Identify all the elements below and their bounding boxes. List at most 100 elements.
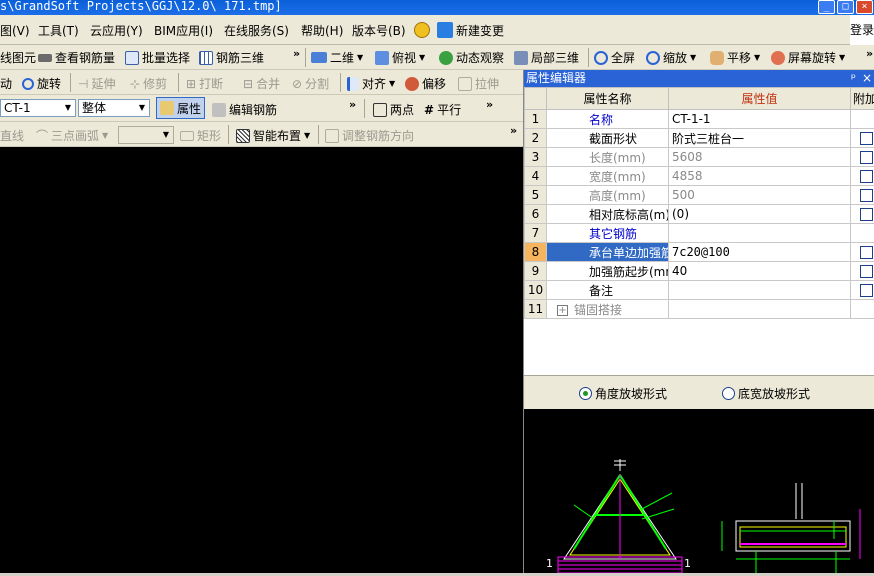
menu-tools[interactable]: 工具(T) (38, 22, 79, 39)
chevron-down-icon[interactable]: ▼ (136, 101, 148, 115)
radio-width-slope[interactable]: 底宽放坡形式 (722, 385, 810, 402)
tool-rebar-3d[interactable]: 钢筋三维 (199, 49, 264, 66)
menu-view[interactable]: 图(V) (0, 22, 30, 39)
tool-top-view[interactable]: 俯视▼ (375, 49, 425, 66)
tool-edit-rebar[interactable]: 编辑钢筋 (212, 101, 277, 118)
tool-local-3d[interactable]: 局部三维 (514, 49, 579, 66)
close-window-button[interactable]: × (856, 0, 873, 14)
tool-line-element[interactable]: 线图元 (0, 49, 36, 66)
face-icon[interactable] (414, 22, 430, 38)
close-panel-icon[interactable]: × (862, 70, 872, 87)
maximize-button[interactable]: □ (837, 0, 854, 14)
tool-dynamic-orbit[interactable]: 动态观察 (439, 49, 504, 66)
menu-help[interactable]: 帮助(H) (301, 22, 343, 39)
property-row[interactable]: 1名称CT-1-1 (525, 110, 874, 129)
property-value[interactable] (669, 300, 851, 319)
extra-checkbox[interactable] (860, 189, 873, 202)
property-value[interactable]: 4858 (669, 167, 851, 186)
tool-view-rebar-qty[interactable]: 查看钢筋量 (38, 49, 115, 66)
minimize-button[interactable]: _ (818, 0, 835, 14)
chevron-down-icon[interactable]: ▼ (62, 101, 74, 115)
separator (318, 125, 319, 144)
scope-select[interactable]: 整体 ▼ (78, 99, 150, 117)
menu-cloud[interactable]: 云应用(Y) (90, 22, 143, 39)
property-value[interactable]: 5608 (669, 148, 851, 167)
tool-rotate[interactable]: 旋转 (22, 75, 61, 92)
tool-stretch[interactable]: 拉伸 (458, 75, 499, 92)
toolbar4-overflow-icon[interactable]: » (510, 124, 517, 137)
tool-break[interactable]: ⊞打断 (186, 75, 223, 92)
arc-option-select[interactable]: ▼ (118, 126, 174, 144)
tool-fullscreen[interactable]: 全屏 (594, 49, 635, 66)
tool-2d[interactable]: 二维▼ (311, 49, 363, 66)
drawing-canvas[interactable] (0, 147, 523, 573)
2d-view-icon (311, 52, 327, 63)
extra-checkbox[interactable] (860, 132, 873, 145)
menu-version[interactable]: 版本号(B) (352, 22, 406, 39)
glasses-icon (38, 54, 52, 62)
tool-three-point-arc[interactable]: ⌒三点画弧▼ (36, 127, 108, 144)
property-row[interactable]: 8承台单边加强筋7c20@100 (525, 243, 874, 262)
tool-align[interactable]: 对齐▼ (347, 75, 395, 92)
tool-smart-layout[interactable]: 智能布置▼ (236, 127, 310, 144)
extra-checkbox[interactable] (860, 151, 873, 164)
tool-parallel[interactable]: #平行 (424, 101, 461, 118)
toolbar3-overflow-right-icon[interactable]: » (486, 98, 493, 111)
extra-checkbox[interactable] (860, 208, 873, 221)
tool-two-points[interactable]: 两点 (373, 101, 414, 118)
property-value[interactable] (669, 281, 851, 300)
offset-icon (405, 77, 419, 91)
tool-merge[interactable]: ⊟合并 (243, 75, 280, 92)
tool-line[interactable]: 直线 (0, 127, 24, 144)
property-value[interactable] (669, 224, 851, 243)
trim-icon: ⊹ (130, 77, 140, 91)
extra-checkbox[interactable] (860, 170, 873, 183)
property-value[interactable]: 40 (669, 262, 851, 281)
property-value[interactable]: 7c20@100 (669, 243, 851, 262)
property-row[interactable]: 9加强筋起步(mm)40 (525, 262, 874, 281)
radio-selected-icon (579, 387, 592, 400)
toolbar1-overflow-icon[interactable]: » (293, 47, 300, 60)
property-row[interactable]: 7其它钢筋 (525, 224, 874, 243)
login-link[interactable]: 登录 (850, 15, 874, 45)
tool-zoom[interactable]: 缩放▼ (646, 49, 696, 66)
toolbar1-overflow-right-icon[interactable]: » (866, 47, 873, 60)
tool-split[interactable]: ⊘分割 (292, 75, 329, 92)
property-row[interactable]: 3长度(mm)5608 (525, 148, 874, 167)
property-value[interactable]: (0) (669, 205, 851, 224)
tool-offset[interactable]: 偏移 (405, 75, 446, 92)
property-row[interactable]: 11+锚固搭接 (525, 300, 874, 319)
tool-adjust-rebar-direction[interactable]: 调整钢筋方向 (325, 127, 414, 144)
tool-batch-select[interactable]: 批量选择 (125, 49, 190, 66)
property-value[interactable]: 阶式三桩台一 (669, 129, 851, 148)
property-row[interactable]: 2截面形状阶式三桩台一 (525, 129, 874, 148)
property-value[interactable]: 500 (669, 186, 851, 205)
component-select[interactable]: CT-1 ▼ (0, 99, 76, 117)
tool-trim[interactable]: ⊹修剪 (130, 75, 167, 92)
tool-pan[interactable]: 平移▼ (710, 49, 760, 66)
menu-online-service[interactable]: 在线服务(S) (224, 22, 289, 39)
property-row[interactable]: 5高度(mm)500 (525, 186, 874, 205)
toolbar3-overflow-icon[interactable]: » (349, 98, 356, 111)
tool-move[interactable]: 动 (0, 75, 12, 92)
property-row[interactable]: 6相对底标高(m)(0) (525, 205, 874, 224)
tool-screen-rotate[interactable]: 屏幕旋转▼ (771, 49, 845, 66)
property-row[interactable]: 10备注 (525, 281, 874, 300)
hand-icon (710, 51, 724, 65)
menu-bim[interactable]: BIM应用(I) (154, 22, 213, 39)
tool-rectangle[interactable]: 矩形 (180, 127, 221, 144)
property-value[interactable]: CT-1-1 (669, 110, 851, 129)
radio-angle-slope[interactable]: 角度放坡形式 (579, 385, 667, 402)
extra-checkbox[interactable] (860, 284, 873, 297)
tool-properties[interactable]: 属性 (156, 97, 205, 119)
tool-extend[interactable]: ⊣延伸 (78, 75, 115, 92)
property-name: 宽度(mm) (547, 167, 669, 186)
pin-icon[interactable]: ᵖ (851, 70, 856, 87)
toolbar-modify: 动 旋转 ⊣延伸 ⊹修剪 ⊞打断 ⊟合并 ⊘分割 对齐▼ 偏移 拉伸 (0, 70, 523, 95)
extra-checkbox[interactable] (860, 246, 873, 259)
expand-plus-icon[interactable]: + (557, 305, 568, 316)
extra-checkbox[interactable] (860, 265, 873, 278)
menu-new-change[interactable]: 新建变更 (456, 22, 504, 39)
chevron-down-icon[interactable]: ▼ (160, 128, 172, 142)
property-row[interactable]: 4宽度(mm)4858 (525, 167, 874, 186)
